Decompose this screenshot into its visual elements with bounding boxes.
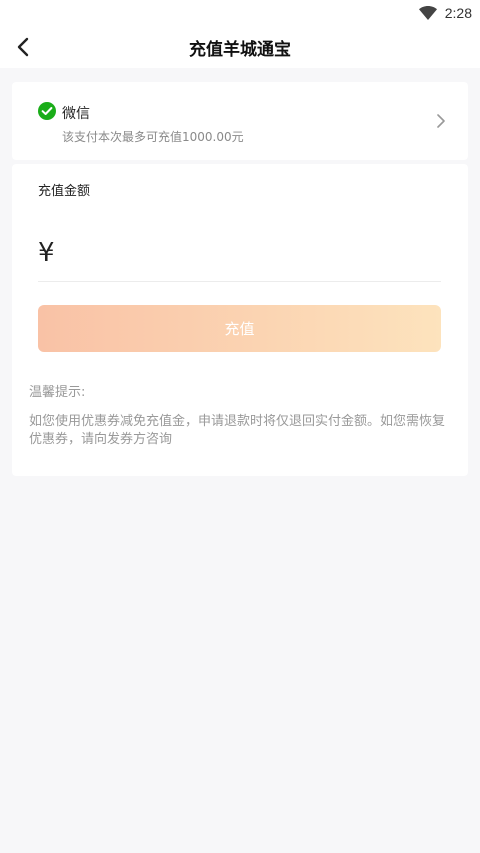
payment-method-row[interactable]: 微信 该支付本次最多可充值1000.00元 [12, 82, 468, 160]
chevron-right-icon [437, 114, 445, 128]
payment-method-name: 微信 [62, 106, 90, 122]
screen: 2:28 充值羊城通宝 微信 该支付本次最多可充值1000.00元 充值金额 ¥… [0, 0, 480, 853]
tips-body: 如您使用优惠券减免充值金，申请退款时将仅退回实付金额。如您需恢复优惠券，请向发券… [29, 414, 446, 447]
status-bar: 2:28 [0, 0, 480, 26]
page-title: 充值羊城通宝 [189, 40, 291, 60]
amount-card: 充值金额 ¥ 充值 温馨提示: 如您使用优惠券减免充值金，申请退款时将仅退回实付… [12, 164, 468, 476]
recharge-button[interactable]: 充值 [38, 305, 441, 352]
amount-divider [38, 281, 441, 282]
amount-input[interactable] [68, 236, 438, 272]
currency-symbol: ¥ [38, 238, 55, 268]
wifi-icon [418, 6, 437, 20]
payment-limit-text: 该支付本次最多可充值1000.00元 [62, 130, 244, 144]
status-time: 2:28 [444, 5, 472, 21]
tips-title: 温馨提示: [29, 385, 86, 400]
status-icons: 2:28 [418, 3, 472, 23]
amount-label: 充值金额 [38, 184, 91, 199]
app-header: 充值羊城通宝 [0, 26, 480, 68]
wechat-pay-icon [38, 102, 56, 120]
